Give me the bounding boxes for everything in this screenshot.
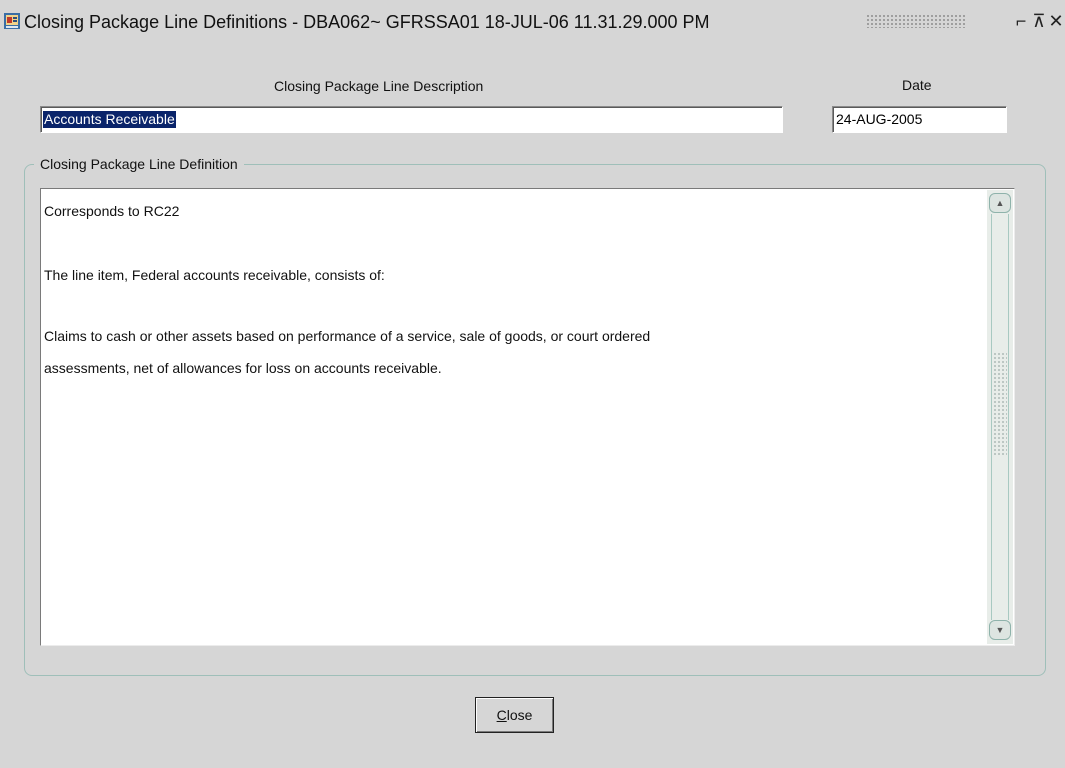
- definition-line: Claims to cash or other assets based on …: [44, 328, 651, 344]
- close-button[interactable]: Close: [475, 697, 554, 733]
- minimize-icon[interactable]: ⌐: [1012, 11, 1030, 31]
- definition-textarea[interactable]: Corresponds to RC22 The line item, Feder…: [40, 188, 1015, 646]
- title-bar[interactable]: Closing Package Line Definitions - DBA06…: [0, 0, 1065, 44]
- scroll-down-icon[interactable]: ▼: [989, 620, 1011, 640]
- maximize-icon[interactable]: ⊼: [1030, 11, 1048, 31]
- oracle-forms-icon: [4, 13, 20, 29]
- definition-group-label: Closing Package Line Definition: [34, 156, 244, 172]
- title-bar-grip: [866, 14, 966, 28]
- description-value: Accounts Receivable: [43, 111, 176, 128]
- description-field[interactable]: Accounts Receivable: [40, 106, 783, 133]
- definition-line: Corresponds to RC22: [44, 203, 180, 219]
- scroll-grip[interactable]: [993, 352, 1007, 456]
- window-title: Closing Package Line Definitions - DBA06…: [24, 12, 710, 32]
- close-label: lose: [506, 707, 533, 723]
- date-value: 24-AUG-2005: [836, 111, 923, 127]
- scroll-up-icon[interactable]: ▲: [989, 193, 1011, 213]
- date-field[interactable]: 24-AUG-2005: [832, 106, 1007, 133]
- close-icon[interactable]: ✕: [1047, 11, 1065, 31]
- close-mnemonic: C: [496, 707, 507, 723]
- description-label: Closing Package Line Description: [274, 78, 484, 94]
- definition-line: assessments, net of allowances for loss …: [44, 360, 442, 376]
- vertical-scrollbar[interactable]: ▲ ▼: [987, 190, 1013, 644]
- definition-line: The line item, Federal accounts receivab…: [44, 267, 385, 283]
- date-label: Date: [902, 77, 932, 93]
